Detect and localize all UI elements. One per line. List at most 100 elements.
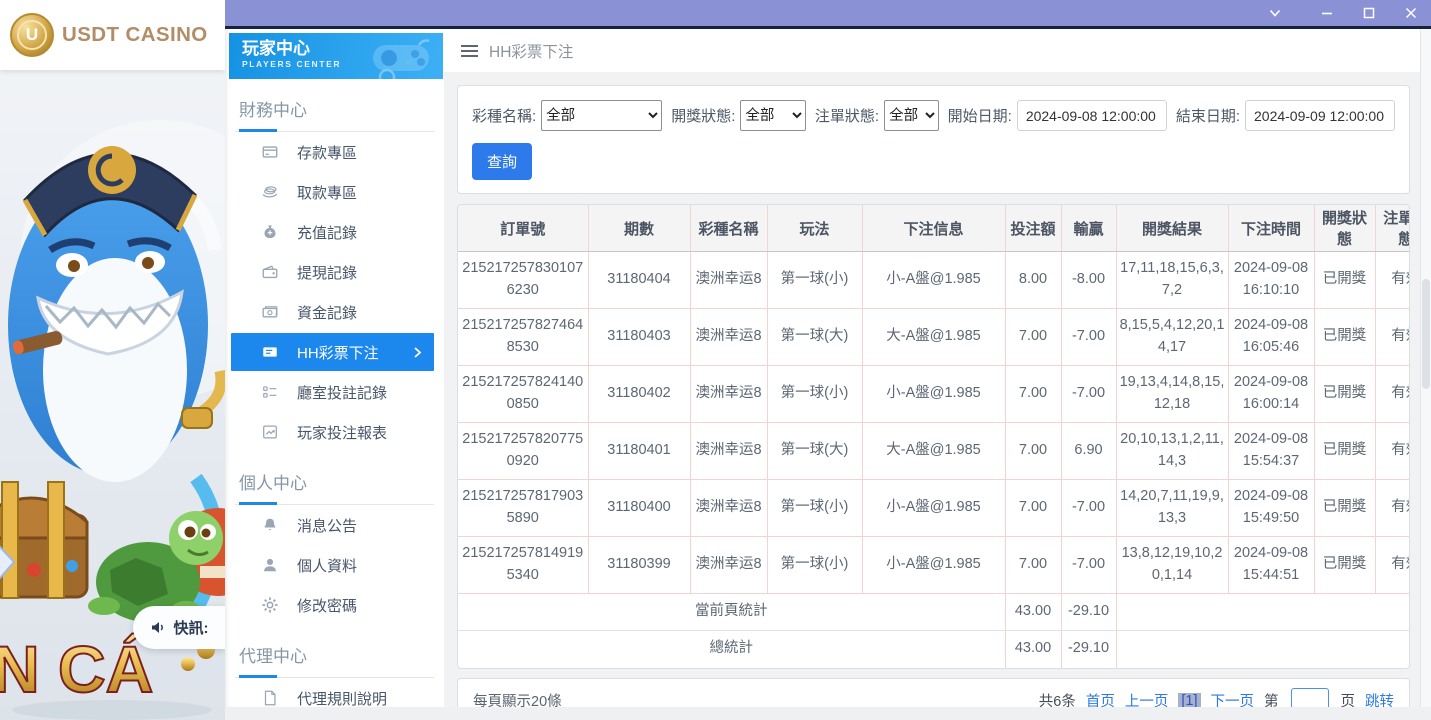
window-close-icon[interactable] — [1403, 5, 1419, 21]
bet-row: 215217257817903589031180400澳洲幸运8第一球(小)小-… — [458, 480, 1410, 537]
jump-prefix: 第 — [1264, 690, 1279, 707]
menu-toggle-icon[interactable] — [461, 44, 478, 58]
cell-10: 有效 — [1375, 423, 1410, 480]
column-header: 下注信息 — [862, 205, 1005, 252]
cell-5: 7.00 — [1005, 537, 1061, 594]
sidebar-section-label: 財務中心 — [239, 96, 434, 121]
sidebar-item-cashout-wallet[interactable]: 提現記錄 — [225, 252, 444, 292]
cell-6: -7.00 — [1061, 480, 1116, 537]
summary-empty — [1116, 594, 1410, 631]
sidebar-item-label: 存款專區 — [297, 142, 357, 163]
sidebar-item-label: 代理規則說明 — [297, 688, 387, 708]
sidebar-section-divider — [235, 129, 434, 132]
current-page[interactable]: [1] — [1178, 693, 1200, 708]
filter-panel: 彩種名稱:全部開獎狀態:全部注單狀態:全部開始日期:結束日期: 查詢 — [457, 85, 1410, 194]
sidebar-item-recharge-bag[interactable]: 充值記錄 — [225, 212, 444, 252]
app-window: U USDT CASINO — [0, 0, 1431, 720]
filter-date-input-3[interactable] — [1017, 100, 1167, 131]
cell-9: 已開獎 — [1314, 537, 1375, 594]
cell-4: 小-A盤@1.985 — [862, 366, 1005, 423]
cell-8: 2024-09-08 15:44:51 — [1228, 537, 1314, 594]
sidebar-item-funds-note[interactable]: 資金記錄 — [225, 292, 444, 332]
sidebar-item-bell[interactable]: 消息公告 — [225, 505, 444, 545]
coin-monogram: U — [17, 20, 47, 50]
column-header: 注單狀態 — [1375, 205, 1410, 252]
filter-select-0[interactable]: 全部 — [541, 100, 662, 131]
cell-8: 2024-09-08 15:54:37 — [1228, 423, 1314, 480]
ticker-label: 快訊: — [174, 617, 209, 638]
cell-9: 已開獎 — [1314, 366, 1375, 423]
cell-1: 31180399 — [588, 537, 690, 594]
window-chevron-icon[interactable] — [1267, 5, 1283, 21]
cell-6: -7.00 — [1061, 366, 1116, 423]
filter-select-1[interactable]: 全部 — [740, 100, 806, 131]
sidebar-item-room-list[interactable]: 廳室投註記錄 — [225, 372, 444, 412]
cashout-wallet-icon — [261, 263, 279, 281]
filter-label-4: 結束日期: — [1176, 105, 1240, 126]
cell-6: -7.00 — [1061, 537, 1116, 594]
sidebar-item-lottery-ticket[interactable]: HH彩票下注 — [231, 333, 434, 371]
filter-label-3: 開始日期: — [948, 105, 1012, 126]
bet-row: 215217257820775092031180401澳洲幸运8第一球(大)大-… — [458, 423, 1410, 480]
table-header-row: 訂單號期數彩種名稱玩法下注信息投注額輸贏開獎結果下注時間開獎狀態注單狀態 — [458, 205, 1410, 252]
sidebar-item-user[interactable]: 個人資料 — [225, 545, 444, 585]
cell-0: 2152172578301076230 — [458, 252, 588, 309]
first-page-link[interactable]: 首页 — [1086, 690, 1115, 707]
page-title: HH彩票下注 — [489, 40, 573, 62]
recharge-bag-icon — [261, 223, 279, 241]
cell-2: 澳洲幸运8 — [690, 366, 767, 423]
cell-4: 小-A盤@1.985 — [862, 480, 1005, 537]
pirate-shark — [8, 146, 221, 482]
sidebar-item-label: 消息公告 — [297, 515, 357, 536]
cell-5: 7.00 — [1005, 480, 1061, 537]
next-page-link[interactable]: 下一页 — [1211, 690, 1255, 707]
window-minimize-icon[interactable] — [1319, 5, 1335, 21]
cell-3: 第一球(大) — [767, 309, 862, 366]
filter-label-2: 注單狀態: — [815, 105, 879, 126]
news-ticker: 快訊: — [133, 606, 225, 649]
bets-table: 訂單號期數彩種名稱玩法下注信息投注額輸贏開獎結果下注時間開獎狀態注單狀態2152… — [458, 205, 1410, 668]
report-chart-icon — [261, 423, 279, 441]
jump-page-input[interactable] — [1291, 688, 1329, 707]
scrollbar-thumb[interactable] — [1422, 279, 1430, 389]
sidebar-item-report-chart[interactable]: 玩家投注報表 — [225, 412, 444, 452]
sidebar-item-label: 取款專區 — [297, 182, 357, 203]
column-header: 開獎結果 — [1116, 205, 1228, 252]
sidebar-item-label: 修改密碼 — [297, 595, 357, 616]
cell-9: 已開獎 — [1314, 252, 1375, 309]
column-header: 彩種名稱 — [690, 205, 767, 252]
speaker-icon — [150, 619, 167, 636]
cell-4: 小-A盤@1.985 — [862, 252, 1005, 309]
sidebar-item-document[interactable]: 代理規則說明 — [225, 678, 444, 707]
cell-0: 2152172578207750920 — [458, 423, 588, 480]
filter-label-0: 彩種名稱: — [472, 105, 536, 126]
vertical-scrollbar[interactable] — [1420, 29, 1431, 707]
sidebar-item-label: HH彩票下注 — [297, 342, 379, 363]
cell-7: 13,8,12,19,10,20,1,14 — [1116, 537, 1228, 594]
total-count: 共6条 — [1039, 690, 1076, 707]
sidebar-item-deposit-card[interactable]: 存款專區 — [225, 132, 444, 172]
cell-0: 2152172578274648530 — [458, 309, 588, 366]
jump-action-link[interactable]: 跳转 — [1365, 690, 1394, 707]
cell-7: 14,20,7,11,19,9,13,3 — [1116, 480, 1228, 537]
search-button[interactable]: 查詢 — [472, 143, 532, 180]
cell-6: 6.90 — [1061, 423, 1116, 480]
summary-empty — [1116, 631, 1410, 668]
cell-10: 有效 — [1375, 537, 1410, 594]
prev-page-link[interactable]: 上一页 — [1125, 690, 1169, 707]
sidebar-item-label: 資金記錄 — [297, 302, 357, 323]
page-header: HH彩票下注 — [444, 29, 1420, 72]
cell-2: 澳洲幸运8 — [690, 309, 767, 366]
sidebar-section-divider — [235, 675, 434, 678]
cell-7: 19,13,4,14,8,15,12,18 — [1116, 366, 1228, 423]
sidebar-item-gear[interactable]: 修改密碼 — [225, 585, 444, 625]
filter-actions: 查詢 — [472, 143, 1395, 180]
withdraw-hand-icon — [261, 183, 279, 201]
sidebar-item-withdraw-hand[interactable]: 取款專區 — [225, 172, 444, 212]
filter-select-2[interactable]: 全部 — [884, 100, 939, 131]
filter-date-input-4[interactable] — [1245, 100, 1395, 131]
summary-label: 當前頁統計 — [458, 594, 1005, 631]
pagination-bar: 每頁顯示20條 共6条 首页 上一页 [1] 下一页 第 页 跳转 — [457, 678, 1410, 708]
cell-8: 2024-09-08 16:00:14 — [1228, 366, 1314, 423]
window-maximize-icon[interactable] — [1361, 5, 1377, 21]
